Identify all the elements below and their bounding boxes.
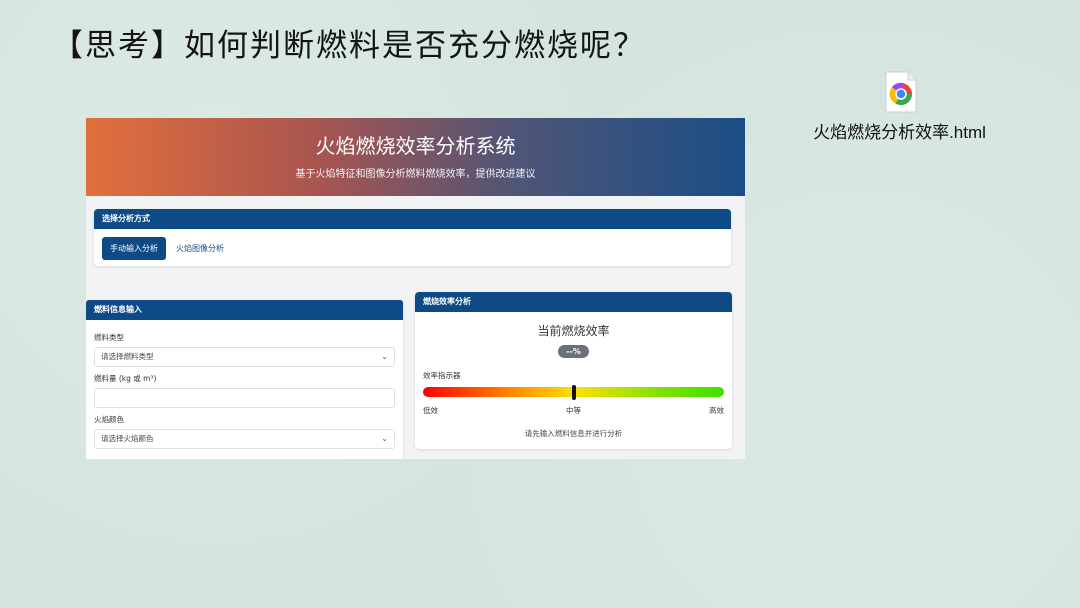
image-analysis-tab[interactable]: 火焰图像分析 bbox=[176, 243, 224, 254]
flame-color-value: 请选择火焰颜色 bbox=[101, 434, 154, 443]
fuel-input-header: 燃料信息输入 bbox=[86, 300, 403, 320]
efficiency-hint: 请先输入燃料信息并进行分析 bbox=[524, 429, 623, 438]
fuel-type-value: 请选择燃料类型 bbox=[101, 352, 154, 361]
analysis-mode-card: 选择分析方式 手动输入分析 火焰图像分析 bbox=[94, 209, 731, 266]
scale-high-label: 高效 bbox=[709, 406, 724, 415]
efficiency-indicator-label: 效率指示器 bbox=[423, 371, 461, 380]
scale-low-label: 低效 bbox=[423, 406, 438, 415]
chevron-down-icon: ⌄ bbox=[381, 352, 388, 361]
scale-mid-label: 中等 bbox=[566, 406, 581, 415]
app-title: 火焰燃烧效率分析系统 bbox=[315, 134, 516, 158]
fuel-type-select[interactable]: 请选择燃料类型 ⌄ bbox=[94, 347, 395, 367]
analysis-mode-header: 选择分析方式 bbox=[94, 209, 731, 229]
app-subtitle: 基于火焰特征和图像分析燃料燃烧效率，提供改进建议 bbox=[295, 169, 536, 180]
slide-title: 【思考】如何判断燃料是否充分燃烧呢？ bbox=[52, 28, 646, 64]
file-name-label[interactable]: 火焰燃烧分析效率.html bbox=[792, 118, 1007, 143]
fuel-input-card: 燃料信息输入 燃料类型 请选择燃料类型 ⌄ 燃料量 (kg 或 m³) 火焰颜色… bbox=[86, 300, 403, 459]
flame-color-select[interactable]: 请选择火焰颜色 ⌄ bbox=[94, 429, 395, 449]
fuel-amount-label: 燃料量 (kg 或 m³) bbox=[94, 374, 157, 383]
fuel-amount-input[interactable] bbox=[94, 388, 395, 408]
app-header: 火焰燃烧效率分析系统 基于火焰特征和图像分析燃料燃烧效率，提供改进建议 bbox=[86, 118, 745, 196]
efficiency-title: 当前燃烧效率 bbox=[537, 324, 610, 338]
efficiency-needle bbox=[571, 385, 576, 400]
efficiency-header: 燃烧效率分析 bbox=[415, 292, 732, 312]
efficiency-value-badge: --% bbox=[558, 345, 589, 358]
fuel-type-label: 燃料类型 bbox=[94, 333, 124, 342]
app-screenshot: 火焰燃烧效率分析系统 基于火焰特征和图像分析燃料燃烧效率，提供改进建议 选择分析… bbox=[86, 118, 745, 459]
html-file-icon[interactable] bbox=[884, 70, 918, 114]
efficiency-indicator bbox=[423, 385, 724, 400]
efficiency-card: 燃烧效率分析 当前燃烧效率 --% 效率指示器 低效 中等 高效 请先输入燃料信… bbox=[415, 292, 732, 449]
manual-input-tab[interactable]: 手动输入分析 bbox=[102, 237, 166, 260]
chevron-down-icon: ⌄ bbox=[381, 434, 388, 443]
flame-color-label: 火焰颜色 bbox=[94, 415, 124, 424]
